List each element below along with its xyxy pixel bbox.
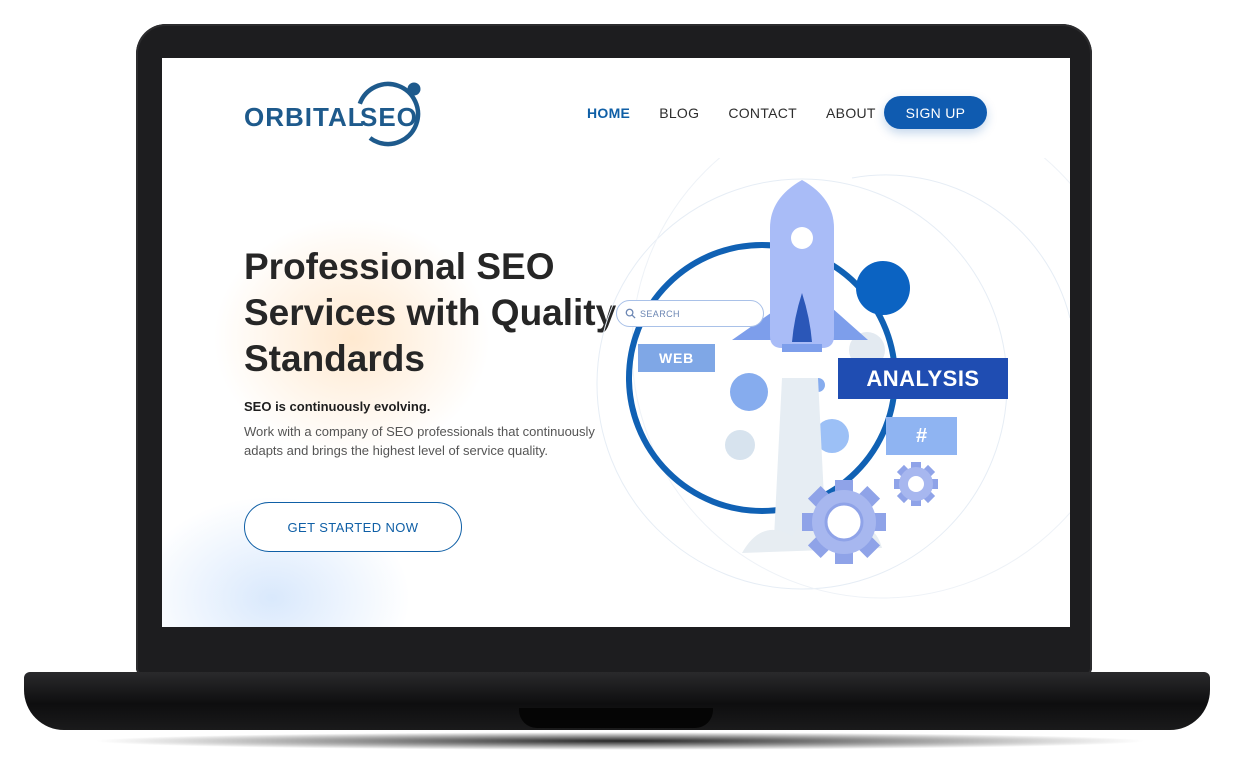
tag-hashtag: # [886,417,957,455]
illustration-search-field: SEARCH [616,300,764,327]
laptop-notch [519,708,713,728]
nav-blog[interactable]: BLOG [659,105,699,121]
site-logo[interactable]: ORBITAL SEO [242,78,432,148]
nav-home[interactable]: HOME [587,105,630,121]
hero-subtitle: SEO is continuously evolving. [244,399,431,414]
hero-description: Work with a company of SEO professionals… [244,424,595,458]
hero-title: Professional SEO Services with Quality S… [244,246,617,379]
signup-button[interactable]: SIGN UP [884,96,987,129]
logo-word-seo: SEO [360,102,418,132]
laptop-screen: ORBITAL SEO HOME BLOG CONTACT ABOUT SIGN… [162,58,1070,627]
planet-circle [856,261,910,315]
logo-word-orbital: ORBITAL [244,102,365,132]
tag-analysis: ANALYSIS [838,358,1008,399]
main-nav: HOME BLOG CONTACT ABOUT [587,96,905,130]
get-started-button[interactable]: GET STARTED NOW [244,502,462,552]
tag-web: WEB [638,344,715,372]
nav-about[interactable]: ABOUT [826,105,876,121]
search-icon [625,308,636,319]
search-placeholder-text: SEARCH [640,308,680,319]
nav-contact[interactable]: CONTACT [728,105,797,121]
laptop-shadow [90,732,1150,750]
